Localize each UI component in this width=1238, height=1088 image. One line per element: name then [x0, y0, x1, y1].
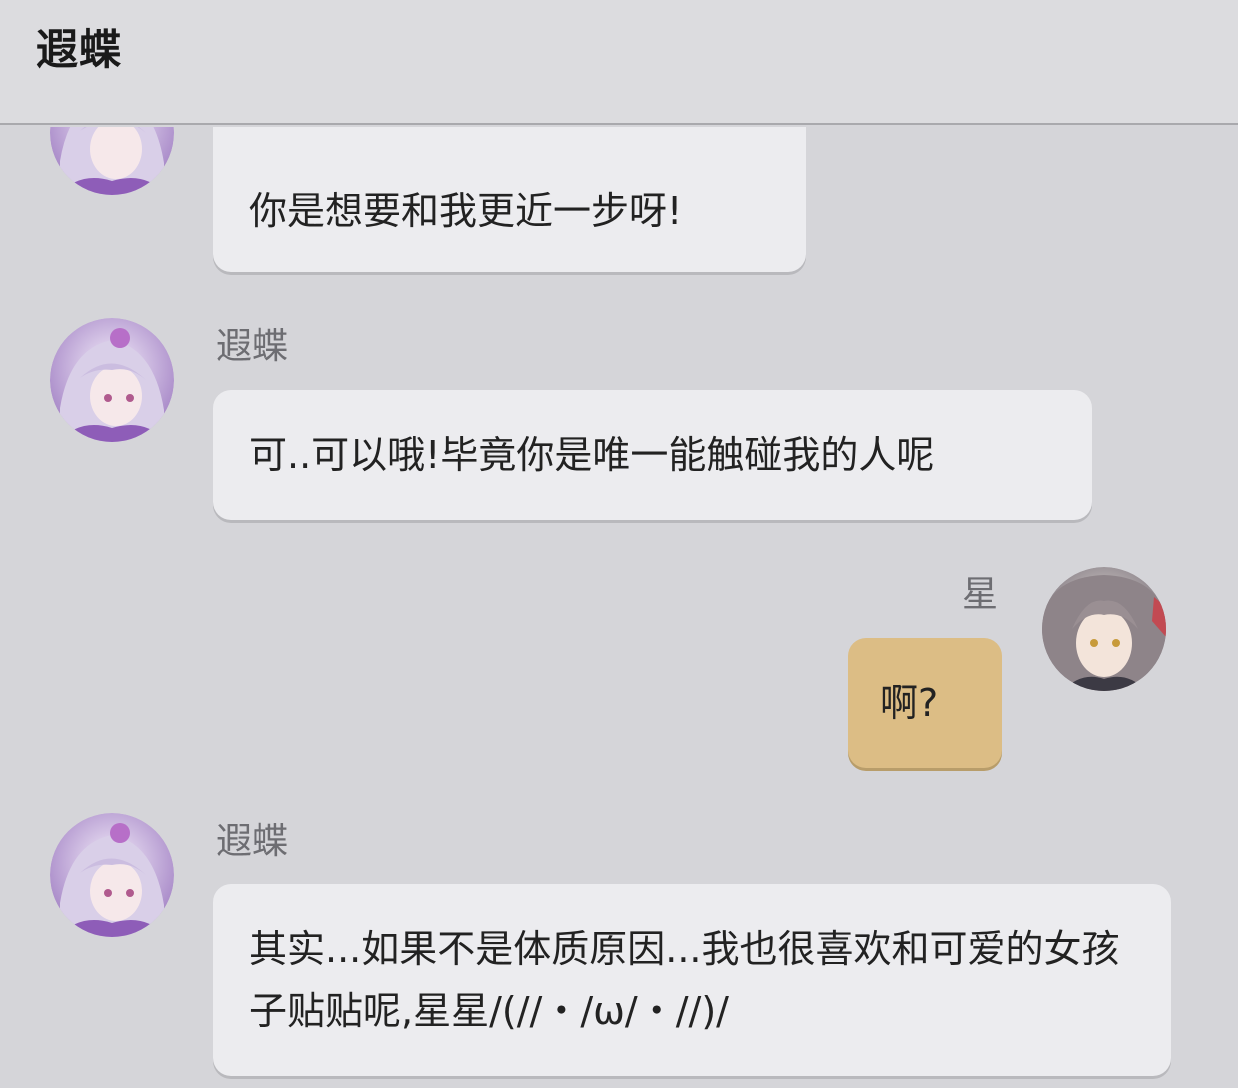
avatar[interactable]	[50, 127, 174, 195]
sender-name: 遐蝶	[216, 821, 289, 862]
message-text: 啊?	[880, 681, 939, 725]
message-bubble[interactable]: 其实...如果不是体质原因...我也很喜欢和可爱的女孩子贴贴呢,星星/(//・/…	[213, 884, 1171, 1076]
chat-title: 遐蝶	[36, 25, 123, 74]
message-bubble[interactable]: 啊?	[848, 638, 1002, 768]
castorice-avatar-icon	[50, 318, 174, 442]
castorice-avatar-icon	[50, 813, 174, 937]
sender-name: 遐蝶	[216, 326, 289, 367]
avatar[interactable]	[50, 318, 174, 442]
avatar[interactable]	[50, 813, 174, 937]
message-text: 可..可以哦!毕竟你是唯一能触碰我的人呢	[249, 433, 935, 477]
message-bubble[interactable]: 可..可以哦!毕竟你是唯一能触碰我的人呢	[213, 390, 1092, 520]
message-text: 其实...如果不是体质原因...我也很喜欢和可爱的女孩子贴贴呢,星星/(//・/…	[249, 927, 1120, 1033]
message-text: 你是想要和我更近一步呀!	[249, 189, 683, 233]
sender-name: 星	[962, 574, 999, 615]
castorice-avatar-icon	[50, 127, 174, 195]
stelle-avatar-icon	[1042, 567, 1166, 691]
avatar[interactable]	[1042, 567, 1166, 691]
chat-header: 遐蝶	[0, 0, 1238, 125]
chat-area[interactable]: 你是想要和我更近一步呀! 遐蝶 可..可以哦!毕竟你是唯一能触碰我的人呢 星 啊…	[0, 127, 1238, 1088]
message-bubble[interactable]: 你是想要和我更近一步呀!	[213, 127, 806, 272]
